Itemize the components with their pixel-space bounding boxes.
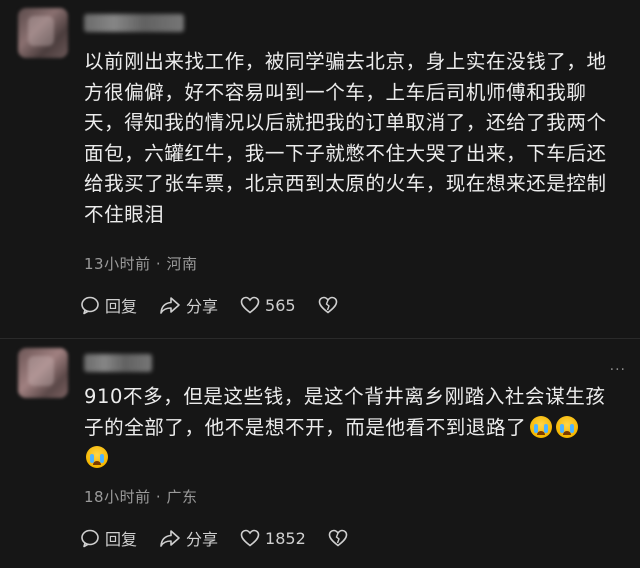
share-label: 分享	[186, 297, 219, 316]
crying-face-icon	[556, 415, 579, 438]
like-count: 565	[265, 295, 296, 315]
comment-line: 以前刚出来找工作，被同学骗去北京，身上实在没钱了，地	[84, 50, 607, 73]
comment-text: 910不多，但是这些钱，是这个背井离乡刚踏入社会谋生孩 子的全部了，他不是想不开…	[84, 382, 632, 474]
reply-button[interactable]: 回复	[80, 293, 137, 317]
crying-face-icon	[530, 415, 553, 438]
heart-icon	[240, 529, 260, 547]
comment-actions: 回复 分享 565	[80, 293, 360, 317]
comment-actions: 回复 分享 1852	[80, 526, 370, 550]
comment-line: 给我买了张车票，北京西到太原的火车，现在想来还是控制	[84, 172, 607, 195]
heart-icon	[240, 296, 260, 314]
like-button[interactable]: 565	[240, 296, 296, 315]
like-count: 1852	[265, 528, 306, 548]
reply-icon	[81, 529, 99, 548]
dislike-button[interactable]	[328, 529, 348, 547]
share-label: 分享	[186, 530, 219, 549]
like-button[interactable]: 1852	[240, 529, 306, 548]
comment-location: 河南	[166, 255, 198, 273]
share-button[interactable]: 分享	[159, 293, 218, 317]
comment-divider	[0, 338, 640, 339]
reply-label: 回复	[105, 530, 138, 549]
comment-time: 18小时前	[84, 488, 151, 506]
share-icon	[160, 297, 180, 314]
avatar[interactable]	[18, 8, 68, 58]
comment-line: 天，得知我的情况以后就把我的订单取消了，还给了我两个	[84, 111, 607, 134]
meta-separator: ·	[155, 488, 162, 506]
crying-face-icon	[86, 446, 108, 468]
share-icon	[160, 530, 180, 547]
meta-separator: ·	[155, 255, 162, 273]
comment-meta: 18小时前 · 广东	[84, 486, 197, 507]
comment-meta: 13小时前 · 河南	[84, 253, 197, 274]
comment-line: 方很偏僻，好不容易叫到一个车，上车后司机师傅和我聊	[84, 80, 587, 104]
username[interactable]	[84, 14, 184, 32]
comment-item: ··· 910不多，但是这些钱，是这个背井离乡刚踏入社会谋生孩 子的全部了，他不…	[0, 340, 640, 568]
comment-line: 面包，六罐红牛，我一下子就憋不住大哭了出来，下车后还	[84, 141, 607, 165]
comment-line: 子的全部了，他不是想不开，而是他看不到退路了	[84, 413, 632, 444]
comment-line	[84, 443, 632, 474]
username[interactable]	[84, 354, 152, 372]
broken-heart-icon	[328, 529, 348, 547]
comment-location: 广东	[166, 488, 198, 506]
reply-button[interactable]: 回复	[80, 526, 137, 550]
comment-line: 910不多，但是这些钱，是这个背井离乡刚踏入社会谋生孩	[84, 385, 606, 408]
broken-heart-icon	[318, 296, 337, 314]
comment-item: 以前刚出来找工作，被同学骗去北京，身上实在没钱了，地 方很偏僻，好不容易叫到一个…	[0, 0, 640, 340]
share-button[interactable]: 分享	[159, 526, 218, 550]
reply-icon	[81, 296, 99, 315]
more-options-button[interactable]: ···	[610, 362, 626, 378]
comment-time: 13小时前	[84, 255, 151, 273]
avatar[interactable]	[18, 348, 68, 398]
dislike-button[interactable]	[318, 296, 338, 314]
reply-label: 回复	[105, 297, 138, 316]
comment-text: 以前刚出来找工作，被同学骗去北京，身上实在没钱了，地 方很偏僻，好不容易叫到一个…	[84, 47, 632, 230]
comment-line: 不住眼泪	[84, 202, 165, 226]
